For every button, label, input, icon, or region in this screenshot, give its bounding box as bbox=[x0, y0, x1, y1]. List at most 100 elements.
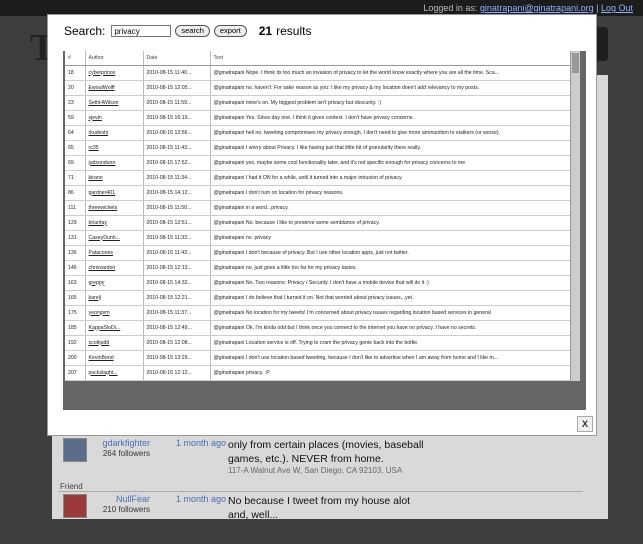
row-author-link[interactable]: Patacones bbox=[89, 250, 114, 256]
row-author-link[interactable]: rkudeshi bbox=[89, 130, 109, 136]
table-cell: @ginatrapani I don't because of privacy.… bbox=[210, 245, 570, 261]
row-number: 69 bbox=[68, 159, 74, 166]
table-cell: 2010-08-15 12:56... bbox=[143, 125, 211, 141]
row-text: @ginatrapani no, just goes a little too … bbox=[213, 264, 357, 271]
row-author-link[interactable]: cyberprince bbox=[89, 70, 116, 76]
row-author-link[interactable]: CaseyDunh... bbox=[89, 235, 120, 241]
search-input[interactable] bbox=[111, 25, 172, 37]
row-author-link[interactable]: threewickets bbox=[89, 205, 118, 211]
row-author-link[interactable]: SethHWilson bbox=[89, 100, 119, 106]
tweet-author-link[interactable]: NullFear bbox=[60, 494, 150, 504]
search-button[interactable]: search bbox=[175, 25, 210, 37]
row-author-link[interactable]: greppy bbox=[89, 280, 105, 286]
row-author-link[interactable]: sjevin bbox=[89, 115, 102, 121]
row-author-link[interactable]: chrisvardoir bbox=[89, 265, 116, 271]
row-author-link[interactable]: KevinBond bbox=[89, 355, 114, 361]
row-text: @ginatrapani Yes. Since day one. I think… bbox=[213, 114, 414, 121]
table-cell: 207 bbox=[65, 365, 86, 381]
row-date: 2010-08-15 12:12... bbox=[146, 369, 192, 376]
table-cell: @ginatrapani No. Two reasons: Privacy / … bbox=[210, 275, 570, 291]
row-number: 86 bbox=[68, 189, 74, 196]
table-cell: 111 bbox=[65, 200, 86, 216]
table-cell: scottjudd bbox=[85, 335, 144, 351]
column-header-author[interactable]: Author bbox=[85, 51, 144, 66]
table-cell: gardner401 bbox=[85, 185, 144, 201]
row-text: @ginatrapani I don't turn on location fo… bbox=[213, 189, 344, 196]
results-table: # Author Date Text 18 cyberprince 2010-08-… bbox=[65, 51, 570, 381]
row-author-link[interactable]: yeongvm bbox=[89, 310, 110, 316]
row-author-link[interactable]: puckslaght... bbox=[89, 370, 118, 376]
row-text: @ginatrapani Nope. I think its too much … bbox=[213, 69, 500, 76]
table-cell: 2010-08-15 14:32... bbox=[143, 275, 211, 291]
table-cell: 69 bbox=[65, 155, 86, 171]
table-cell: @ginatrapani yes, maybe some cool functi… bbox=[210, 155, 570, 171]
scrollbar-thumb[interactable] bbox=[572, 53, 579, 73]
table-row: 207 puckslaght... 2010-08-15 12:12... @gina… bbox=[65, 365, 570, 381]
tweet-address: 117-A Walnut Ave W, San Diego, CA 92103,… bbox=[228, 466, 403, 475]
table-cell: brianfay bbox=[85, 215, 144, 231]
row-date: 2010-08-15 12:21... bbox=[146, 294, 192, 301]
row-author-link[interactable]: EwoutWolff bbox=[89, 85, 115, 91]
row-author-link[interactable]: karelj bbox=[89, 295, 101, 301]
logout-link[interactable]: Log Out bbox=[601, 3, 633, 13]
table-cell: 2010-08-15 11:50... bbox=[143, 200, 211, 216]
table-cell: 23 bbox=[65, 95, 86, 111]
table-cell: 129 bbox=[65, 215, 86, 231]
close-button[interactable]: X bbox=[577, 416, 593, 432]
table-cell: 2010-08-15 12:51... bbox=[143, 215, 211, 231]
table-cell: @ginatrapani I do believe that I turned … bbox=[210, 290, 570, 306]
tweet-author-link[interactable]: gdarkfighter bbox=[60, 438, 150, 448]
table-cell: cyberprince bbox=[85, 65, 144, 81]
row-date: 2010-08-15 13:29... bbox=[146, 354, 192, 361]
table-cell: @ginatrapani mine's on. My biggest probl… bbox=[210, 95, 570, 111]
row-number: 165 bbox=[68, 294, 77, 301]
column-header-date[interactable]: Date bbox=[143, 51, 211, 66]
table-cell: 2010-08-15 12:08... bbox=[143, 335, 211, 351]
table-cell: @ginatrapani Yes. Since day one. I think… bbox=[210, 110, 570, 126]
row-author-link[interactable]: scottjudd bbox=[89, 340, 110, 346]
table-row: 18 cyberprince 2010-08-15 11:40... @ginatra… bbox=[65, 65, 570, 81]
tweet-time-link[interactable]: 1 month ago bbox=[176, 494, 226, 504]
row-date: 2010-08-15 17:52... bbox=[146, 159, 192, 166]
row-author-link[interactable]: gardner401 bbox=[89, 190, 116, 196]
table-cell: karelj bbox=[85, 290, 144, 306]
table-cell: judsondunn bbox=[85, 155, 144, 171]
row-text: @ginatrapani I don't use location based … bbox=[213, 354, 499, 361]
table-row: 185 KappaSloDi... 2010-08-15 12:49... @gina… bbox=[65, 320, 570, 336]
row-text: @ginatrapani privacy. :P bbox=[213, 369, 270, 376]
row-author-link[interactable]: kirann bbox=[89, 175, 103, 181]
row-author-link[interactable]: judsondunn bbox=[89, 160, 116, 166]
row-date: 2010-08-15 11:40... bbox=[146, 69, 192, 76]
table-cell: @ginatrapani No. because I like to prese… bbox=[210, 215, 570, 231]
vertical-scrollbar[interactable] bbox=[570, 51, 580, 381]
row-author-link[interactable]: rc35 bbox=[89, 145, 99, 151]
table-cell: 175 bbox=[65, 305, 86, 321]
row-author-link[interactable]: brianfay bbox=[89, 220, 107, 226]
row-number: 185 bbox=[68, 324, 77, 331]
table-cell: rkudeshi bbox=[85, 125, 144, 141]
table-row: 71 kirann 2010-08-15 11:34... @ginatrapani … bbox=[65, 170, 570, 186]
user-email-link[interactable]: ginatrapani@ginatrapani.org bbox=[480, 3, 594, 13]
table-cell: 163 bbox=[65, 275, 86, 291]
row-date: 2010-08-15 11:37... bbox=[146, 309, 192, 316]
row-text: @ginatrapani I don't because of privacy.… bbox=[213, 249, 409, 256]
table-cell: yeongvm bbox=[85, 305, 144, 321]
table-cell: 146 bbox=[65, 260, 86, 276]
row-author-link[interactable]: KappaSloDi... bbox=[89, 325, 121, 331]
follower-count: 210 followers bbox=[102, 505, 150, 514]
row-date: 2010-08-15 11:43... bbox=[146, 144, 192, 151]
export-button[interactable]: export bbox=[213, 25, 247, 37]
table-cell: Patacones bbox=[85, 245, 144, 261]
table-cell: chrisvardoir bbox=[85, 260, 144, 276]
row-number: 20 bbox=[68, 84, 74, 91]
tweet-time-link[interactable]: 1 month ago bbox=[176, 438, 226, 448]
row-number: 192 bbox=[68, 339, 77, 346]
table-cell: 2010-08-15 16:19... bbox=[143, 110, 211, 126]
table-cell: kirann bbox=[85, 170, 144, 186]
column-header-text[interactable]: Text bbox=[210, 51, 570, 66]
table-cell: @ginatrapani I don't turn on location fo… bbox=[210, 185, 570, 201]
row-date: 2010-08-15 12:05... bbox=[146, 84, 192, 91]
row-number: 129 bbox=[68, 219, 77, 226]
table-header-row: # Author Date Text bbox=[65, 51, 570, 66]
column-header-number[interactable]: # bbox=[65, 51, 86, 66]
